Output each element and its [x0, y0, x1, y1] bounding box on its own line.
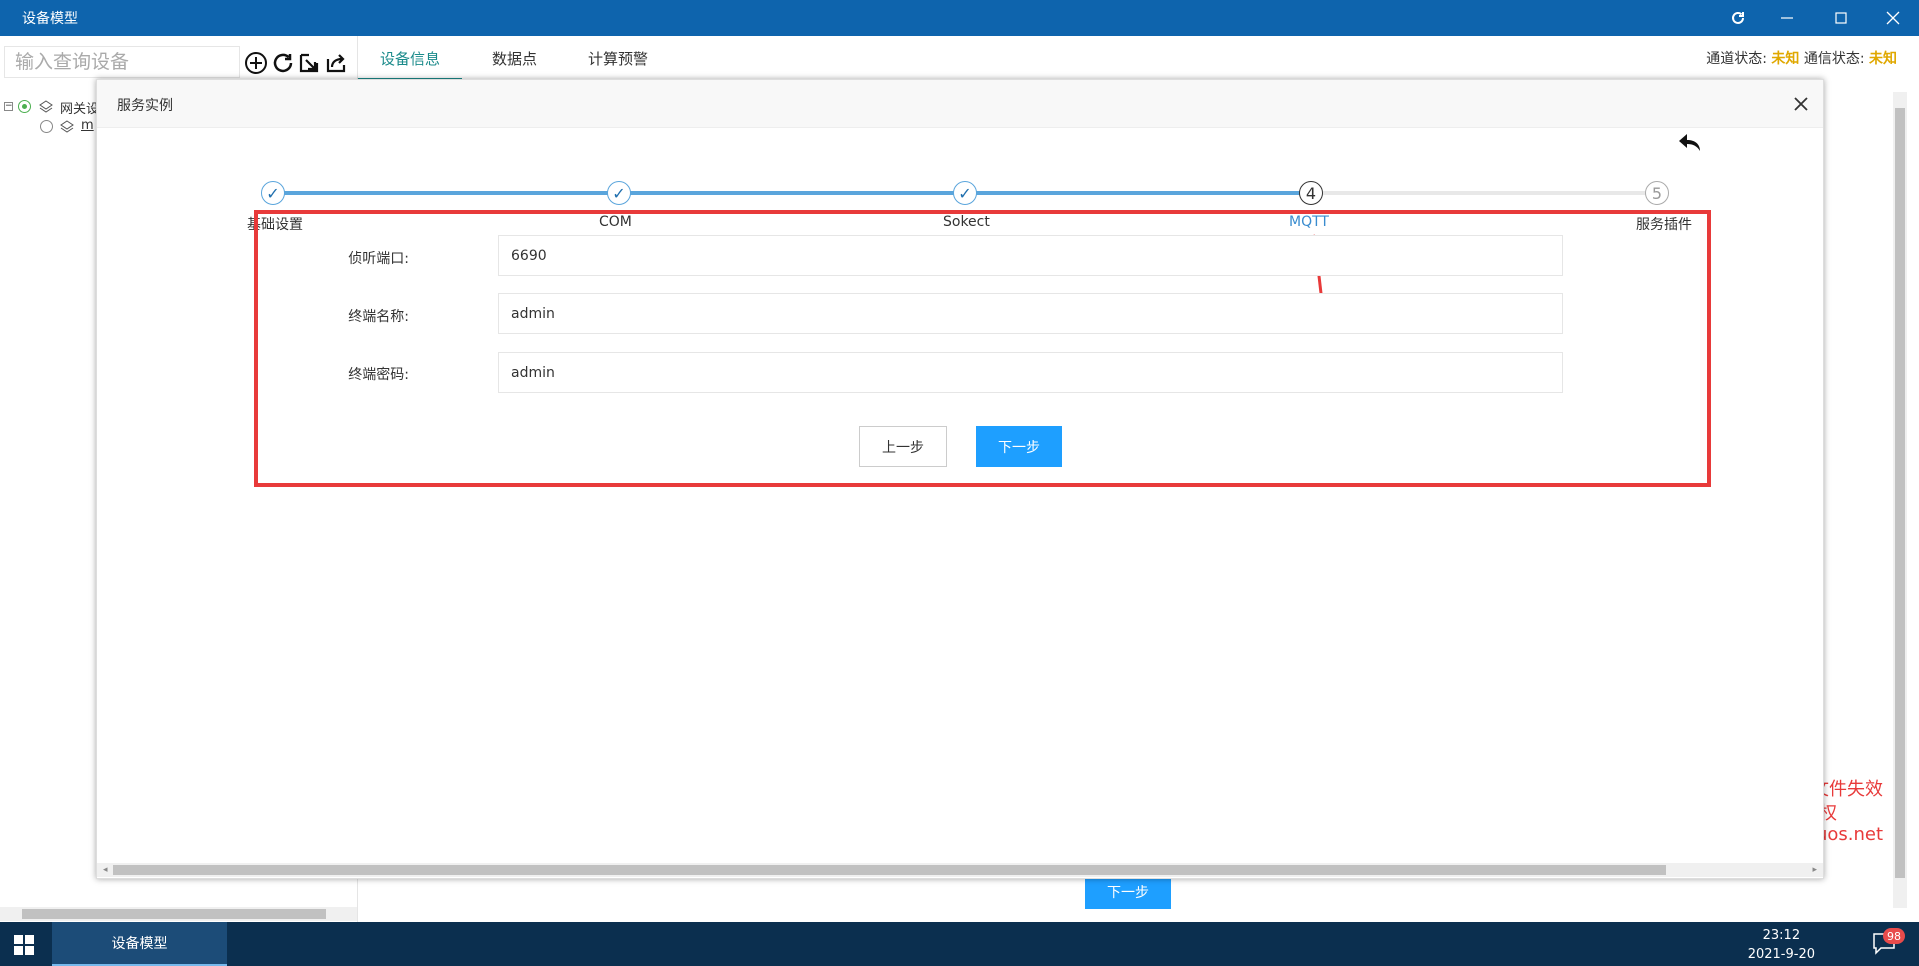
terminal-name-label: 终端名称:: [348, 309, 409, 325]
refresh-tree-button[interactable]: [270, 50, 296, 76]
maximize-icon: [1835, 12, 1847, 24]
maximize-button[interactable]: [1814, 0, 1868, 36]
previous-step-button[interactable]: 上一步: [859, 426, 947, 467]
background-next-button[interactable]: 下一步: [1085, 874, 1171, 909]
watermark-line: uos.net: [1815, 824, 1883, 845]
channel-status-value: 未知: [1771, 51, 1800, 67]
dialog-header: 服务实例: [97, 80, 1823, 128]
start-button[interactable]: [14, 935, 34, 959]
title-bar: 设备模型: [0, 0, 1919, 36]
step-connector: [273, 191, 619, 195]
dialog-horizontal-scrollbar[interactable]: ◂ ▸: [97, 863, 1823, 877]
step-5-pending: 5: [1645, 181, 1669, 205]
close-icon: [1794, 97, 1808, 111]
dialog-title: 服务实例: [117, 98, 173, 114]
step-2-done-icon: ✓: [607, 181, 631, 205]
refresh-icon: [273, 53, 293, 73]
comm-status-value: 未知: [1869, 51, 1897, 67]
import-icon: [299, 53, 319, 73]
step-connector: [1311, 191, 1657, 195]
listen-port-label: 侦听端口:: [348, 251, 409, 267]
import-button[interactable]: [296, 50, 322, 76]
terminal-password-input[interactable]: [498, 352, 1563, 393]
export-button[interactable]: [323, 50, 349, 76]
share-icon: [326, 54, 346, 73]
add-circle-icon: [245, 52, 267, 74]
tree-radio[interactable]: [40, 120, 53, 133]
step-connector: [965, 191, 1311, 195]
dialog-close-button[interactable]: [1793, 90, 1809, 118]
tab-device-info[interactable]: 设备信息: [358, 46, 462, 80]
windows-logo-icon: [14, 935, 34, 955]
close-window-button[interactable]: [1866, 0, 1919, 36]
notification-badge: 98: [1883, 928, 1905, 944]
step-connector: [619, 191, 965, 195]
scroll-left-arrow-icon[interactable]: ◂: [103, 865, 108, 875]
scroll-thumb[interactable]: [113, 865, 1666, 875]
taskbar: 设备模型 23:12 2021-9-20 98: [0, 922, 1919, 966]
scroll-thumb[interactable]: [1895, 108, 1905, 878]
step-1-done-icon: ✓: [261, 181, 285, 205]
tree-item-device[interactable]: m: [81, 118, 94, 133]
step-4-current: 4: [1299, 181, 1323, 205]
tree-collapse-toggle[interactable]: −: [4, 102, 13, 111]
tree-item-gateway[interactable]: 网关设: [60, 98, 99, 117]
right-vertical-scrollbar[interactable]: [1893, 92, 1907, 908]
close-icon: [1886, 11, 1900, 25]
refresh-icon: [1732, 11, 1744, 24]
scroll-thumb[interactable]: [22, 909, 326, 919]
layers-icon: [39, 100, 53, 113]
status-bar: 通道状态: 未知 通信状态: 未知: [1706, 48, 1897, 68]
back-button[interactable]: [1677, 132, 1703, 158]
refresh-window-button[interactable]: [1711, 0, 1765, 36]
layers-icon: [60, 120, 74, 133]
service-instance-dialog: 服务实例 ✓ ✓ ✓ 4 5 基础设置 COM Sokect MQTT 服务插件…: [96, 79, 1824, 879]
tab-data-points[interactable]: 数据点: [492, 46, 537, 80]
tab-alerts[interactable]: 计算预警: [588, 46, 648, 80]
system-clock[interactable]: 23:12 2021-9-20: [1748, 926, 1815, 964]
minimize-icon: [1781, 17, 1793, 19]
listen-port-input[interactable]: [498, 235, 1563, 276]
comm-status-label: 通信状态:: [1803, 51, 1865, 67]
device-search-input[interactable]: [4, 46, 240, 78]
terminal-password-label: 终端密码:: [348, 367, 409, 383]
undo-arrow-icon: [1679, 134, 1700, 151]
next-step-button[interactable]: 下一步: [976, 426, 1062, 467]
window-title: 设备模型: [22, 11, 78, 27]
add-device-button[interactable]: [243, 50, 269, 76]
minimize-button[interactable]: [1760, 0, 1814, 36]
clock-time: 23:12: [1762, 928, 1801, 943]
scroll-right-arrow-icon[interactable]: ▸: [1812, 865, 1817, 875]
terminal-name-input[interactable]: [498, 293, 1563, 334]
clock-date: 2021-9-20: [1747, 947, 1815, 962]
taskbar-app-device-model[interactable]: 设备模型: [52, 922, 227, 966]
channel-status-label: 通道状态:: [1706, 51, 1767, 67]
step-3-done-icon: ✓: [953, 181, 977, 205]
tree-radio[interactable]: [18, 100, 31, 113]
left-horizontal-scrollbar[interactable]: [0, 907, 357, 921]
